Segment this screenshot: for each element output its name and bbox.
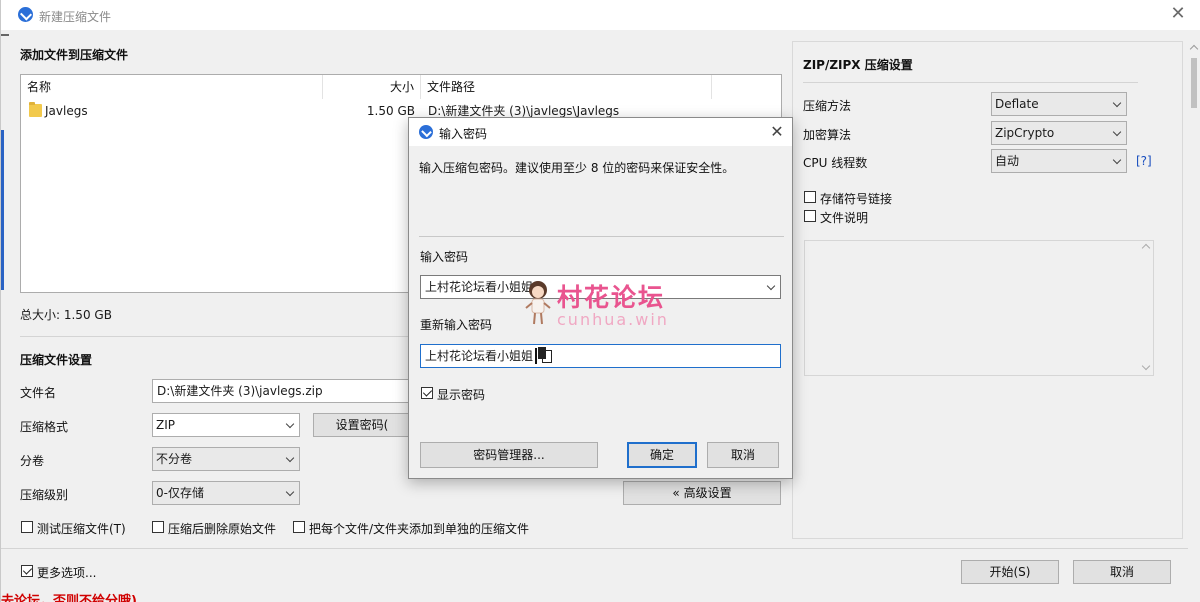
chevron-down-icon bbox=[285, 453, 295, 463]
divider bbox=[1, 548, 1188, 549]
chevron-down-icon bbox=[285, 487, 295, 497]
reenter-password-input[interactable]: 上村花论坛看小姐姐 bbox=[420, 344, 781, 368]
dialog-cancel-button[interactable]: 取消 bbox=[707, 442, 779, 468]
column-header-name[interactable]: 名称 bbox=[21, 75, 323, 99]
app-logo-icon bbox=[18, 7, 33, 22]
filename-input[interactable]: D:\新建文件夹 (3)\javlegs.zip bbox=[152, 379, 412, 403]
dialog-message: 输入压缩包密码。建议使用至少 8 位的密码来保证安全性。 bbox=[419, 161, 735, 175]
split-label: 分卷 bbox=[20, 454, 45, 468]
set-password-button[interactable]: 设置密码( bbox=[313, 413, 411, 437]
store-symlinks-checkbox[interactable] bbox=[804, 191, 816, 203]
split-value: 不分卷 bbox=[156, 452, 193, 466]
ok-button[interactable]: 确定 bbox=[627, 442, 697, 468]
file-comment-checkbox[interactable] bbox=[804, 210, 816, 222]
comment-textarea[interactable] bbox=[804, 240, 1154, 376]
chevron-down-icon bbox=[285, 419, 295, 429]
chevron-down-icon bbox=[1112, 127, 1122, 137]
store-symlinks-label: 存储符号链接 bbox=[820, 192, 893, 206]
enter-password-label: 输入密码 bbox=[420, 250, 469, 264]
encryption-label: 加密算法 bbox=[803, 128, 852, 142]
reenter-password-value: 上村花论坛看小姐姐 bbox=[425, 349, 534, 363]
scroll-up-icon[interactable] bbox=[1189, 44, 1199, 54]
threads-label: CPU 线程数 bbox=[803, 156, 868, 170]
close-icon[interactable]: ✕ bbox=[1167, 3, 1189, 25]
method-value: Deflate bbox=[995, 97, 1039, 111]
chevron-down-icon bbox=[1112, 98, 1122, 108]
watermark-subtext: cunhua.win bbox=[557, 310, 669, 329]
app-logo-icon bbox=[419, 125, 433, 139]
encryption-select[interactable]: ZipCrypto bbox=[991, 121, 1127, 145]
file-name: Javlegs bbox=[45, 104, 88, 118]
encryption-value: ZipCrypto bbox=[995, 126, 1055, 140]
background-window-edge bbox=[1, 130, 4, 290]
each-separate-label: 把每个文件/文件夹添加到单独的压缩文件 bbox=[309, 522, 530, 536]
add-files-heading: 添加文件到压缩文件 bbox=[20, 48, 129, 62]
level-select[interactable]: 0-仅存储 bbox=[152, 481, 300, 505]
level-value: 0-仅存储 bbox=[156, 486, 204, 500]
background-window-edge bbox=[1, 34, 9, 36]
file-size: 1.50 GB bbox=[366, 104, 415, 118]
window-title: 新建压缩文件 bbox=[39, 10, 112, 24]
password-manager-button[interactable]: 密码管理器... bbox=[420, 442, 598, 468]
test-archive-label: 测试压缩文件(T) bbox=[37, 522, 126, 536]
watermark-text: 村花论坛 bbox=[557, 283, 666, 312]
delete-after-checkbox[interactable] bbox=[152, 521, 164, 533]
threads-value: 自动 bbox=[995, 154, 1020, 168]
chevron-down-icon bbox=[1112, 155, 1122, 165]
start-button[interactable]: 开始(S) bbox=[961, 560, 1059, 584]
show-password-checkbox[interactable] bbox=[421, 387, 433, 399]
threads-select[interactable]: 自动 bbox=[991, 149, 1127, 173]
each-separate-checkbox[interactable] bbox=[293, 521, 305, 533]
close-icon[interactable]: ✕ bbox=[766, 121, 788, 143]
chevron-down-icon[interactable] bbox=[766, 281, 776, 291]
delete-after-label: 压缩后删除原始文件 bbox=[168, 522, 277, 536]
show-password-label: 显示密码 bbox=[437, 388, 486, 402]
dialog-title-bar: 输入密码 ✕ bbox=[409, 118, 792, 146]
format-select[interactable]: ZIP bbox=[152, 413, 300, 437]
threads-help-link[interactable]: [?] bbox=[1136, 154, 1152, 168]
divider bbox=[419, 236, 784, 237]
title-bar: 新建压缩文件 ✕ bbox=[1, 0, 1200, 30]
column-header-path[interactable]: 文件路径 bbox=[421, 75, 712, 99]
advanced-settings-button[interactable]: « 高级设置 bbox=[623, 481, 781, 505]
method-select[interactable]: Deflate bbox=[991, 92, 1127, 116]
test-archive-checkbox[interactable] bbox=[21, 521, 33, 533]
total-size: 总大小: 1.50 GB bbox=[20, 308, 112, 322]
dialog-title: 输入密码 bbox=[439, 127, 488, 141]
reenter-password-label: 重新输入密码 bbox=[420, 318, 493, 332]
scroll-up-icon[interactable] bbox=[1141, 243, 1151, 253]
text-cursor bbox=[535, 348, 537, 364]
method-label: 压缩方法 bbox=[803, 99, 852, 113]
background-red-text: 去论坛，否则不给分哦) bbox=[1, 594, 137, 602]
split-select[interactable]: 不分卷 bbox=[152, 447, 300, 471]
filename-label: 文件名 bbox=[20, 386, 57, 400]
folder-icon bbox=[29, 102, 42, 117]
file-comment-label: 文件说明 bbox=[820, 211, 869, 225]
cancel-button[interactable]: 取消 bbox=[1073, 560, 1171, 584]
clipboard-cursor-icon bbox=[538, 347, 552, 363]
format-value: ZIP bbox=[156, 418, 175, 432]
level-label: 压缩级别 bbox=[20, 488, 69, 502]
password-value: 上村花论坛看小姐姐 bbox=[425, 280, 534, 294]
archive-settings-heading: 压缩文件设置 bbox=[20, 353, 93, 367]
scrollbar-thumb[interactable] bbox=[1191, 58, 1197, 108]
scroll-down-icon[interactable] bbox=[1141, 361, 1151, 371]
watermark-mascot-icon bbox=[525, 281, 551, 325]
divider bbox=[803, 82, 1138, 83]
format-label: 压缩格式 bbox=[20, 420, 69, 434]
more-options-checkbox[interactable] bbox=[21, 565, 33, 577]
more-options-label: 更多选项... bbox=[37, 566, 97, 580]
zip-settings-heading: ZIP/ZIPX 压缩设置 bbox=[803, 58, 913, 72]
column-header-size[interactable]: 大小 bbox=[323, 75, 421, 99]
vertical-scrollbar[interactable] bbox=[1188, 42, 1200, 582]
